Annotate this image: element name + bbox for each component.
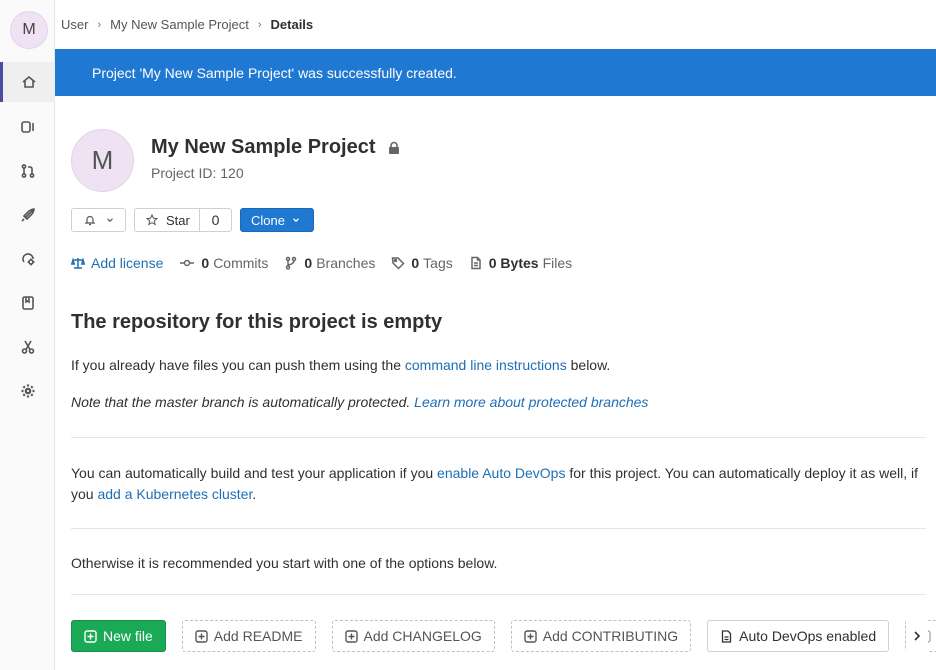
new-file-button[interactable]: New file — [71, 620, 166, 652]
add-readme-button[interactable]: Add README — [181, 620, 316, 652]
add-readme-label: Add README — [213, 628, 303, 644]
devops-text-1: You can automatically build and test you… — [71, 465, 438, 481]
protected-branch-note: Note that the master branch is automatic… — [71, 394, 648, 410]
add-contributing-label: Add CONTRIBUTING — [542, 628, 679, 644]
breadcrumb: User › My New Sample Project › Details — [61, 0, 936, 49]
sidebar-item-project-overview[interactable] — [0, 62, 55, 102]
star-group: Star 0 — [134, 208, 232, 232]
chevron-down-icon — [293, 218, 299, 223]
tags-label: Tags — [423, 255, 453, 271]
sidebar-item-ci-cd[interactable] — [0, 195, 55, 235]
project-id: Project ID: 120 — [151, 165, 244, 181]
project-stats: Add license 0 Commits 0 Branches 0 Tags … — [71, 255, 588, 271]
enable-auto-devops-link[interactable]: enable Auto DevOps — [437, 465, 565, 481]
auto-devops-text: You can automatically build and test you… — [71, 463, 927, 505]
auto-devops-enabled-label: Auto DevOps enabled — [739, 628, 877, 644]
star-label: Star — [166, 212, 190, 228]
command-line-instructions-link[interactable]: command line instructions — [405, 357, 567, 373]
project-title: My New Sample Project — [151, 136, 401, 159]
sidebar-item-wiki[interactable] — [0, 283, 55, 323]
flash-message: Project 'My New Sample Project' was succ… — [92, 64, 457, 81]
new-file-label: New file — [103, 628, 153, 644]
lock-icon — [388, 141, 399, 154]
auto-devops-enabled-button[interactable]: Auto DevOps enabled — [707, 620, 890, 652]
file-icon — [471, 256, 481, 270]
star-icon — [146, 214, 158, 226]
sidebar-item-merge-requests[interactable] — [0, 151, 55, 191]
home-icon — [22, 75, 36, 88]
settings-icon — [21, 384, 34, 398]
commits-link[interactable]: 0 Commits — [179, 255, 268, 271]
commits-label: Commits — [213, 255, 269, 271]
breadcrumb-project[interactable]: My New Sample Project — [110, 17, 249, 32]
divider — [71, 594, 926, 595]
sidebar-item-operations[interactable] — [0, 239, 55, 279]
tag-icon — [392, 257, 405, 270]
clone-label: Clone — [251, 212, 285, 228]
operations-icon — [21, 253, 34, 266]
otherwise-text: Otherwise it is recommended you start wi… — [71, 555, 498, 571]
project-name: My New Sample Project — [151, 136, 376, 158]
plus-square-icon — [524, 629, 537, 643]
add-changelog-button[interactable]: Add CHANGELOG — [331, 620, 495, 652]
commit-icon — [180, 259, 195, 267]
document-icon — [721, 629, 732, 643]
star-count[interactable]: 0 — [200, 208, 232, 232]
files-link[interactable]: 0 Bytes Files — [469, 255, 572, 271]
project-avatar: M — [71, 129, 134, 192]
scale-icon — [71, 257, 85, 269]
notification-dropdown-button[interactable] — [71, 208, 126, 232]
chevron-down-icon — [107, 218, 113, 223]
plus-square-icon — [84, 629, 97, 643]
breadcrumb-user[interactable]: User — [61, 17, 88, 32]
add-license-label: Add license — [91, 255, 164, 271]
chevron-right-icon: › — [257, 18, 262, 31]
sidebar-item-issues[interactable] — [0, 107, 55, 147]
add-kubernetes-cluster-link[interactable]: add a Kubernetes cluster — [97, 486, 252, 502]
chevron-right-icon — [914, 631, 921, 641]
breadcrumb-current[interactable]: Details — [271, 17, 314, 32]
sidebar-item-settings[interactable] — [0, 371, 55, 411]
chevron-right-icon: › — [97, 18, 102, 31]
divider — [71, 528, 926, 529]
add-license-link[interactable]: Add license — [71, 255, 163, 271]
push-instructions-text: If you already have files you can push t… — [71, 357, 610, 373]
scroll-right-button[interactable] — [906, 620, 928, 652]
clone-dropdown-button[interactable]: Clone — [240, 208, 314, 232]
commits-count: 0 — [201, 255, 210, 271]
star-button[interactable]: Star — [134, 208, 200, 232]
project-sidebar: M — [0, 0, 55, 670]
files-size: 0 Bytes — [488, 255, 539, 271]
push-text-before: If you already have files you can push t… — [71, 357, 405, 373]
project-buttons: Star 0 Clone — [71, 208, 314, 232]
add-changelog-label: Add CHANGELOG — [363, 628, 482, 644]
wiki-icon — [21, 296, 34, 310]
issues-icon — [20, 121, 34, 133]
quick-actions: New file Add README Add CHANGELOG Add CO… — [71, 620, 936, 652]
branches-link[interactable]: 0 Branches — [284, 255, 375, 271]
branches-count: 0 — [304, 255, 313, 271]
flash-notice: Project 'My New Sample Project' was succ… — [55, 49, 936, 96]
files-label: Files — [542, 255, 573, 271]
project-avatar-small[interactable]: M — [10, 11, 48, 49]
devops-text-3: . — [252, 486, 257, 502]
push-text-after: below. — [566, 357, 611, 373]
plus-square-icon — [344, 629, 358, 643]
empty-repo-title: The repository for this project is empty — [71, 311, 443, 333]
branch-icon — [286, 256, 297, 270]
note-text: Note that the master branch is automatic… — [71, 394, 415, 410]
sidebar-item-snippets[interactable] — [0, 327, 55, 367]
snippets-icon — [21, 340, 34, 354]
rocket-icon — [20, 208, 35, 222]
plus-square-icon — [195, 629, 208, 643]
tags-count: 0 — [411, 255, 420, 271]
merge-request-icon — [21, 164, 34, 178]
tags-link[interactable]: 0 Tags — [391, 255, 453, 271]
branches-label: Branches — [316, 255, 376, 271]
add-contributing-button[interactable]: Add CONTRIBUTING — [510, 620, 692, 652]
divider — [71, 437, 926, 438]
bell-icon — [84, 215, 96, 226]
protected-branches-link[interactable]: Learn more about protected branches — [414, 394, 648, 410]
